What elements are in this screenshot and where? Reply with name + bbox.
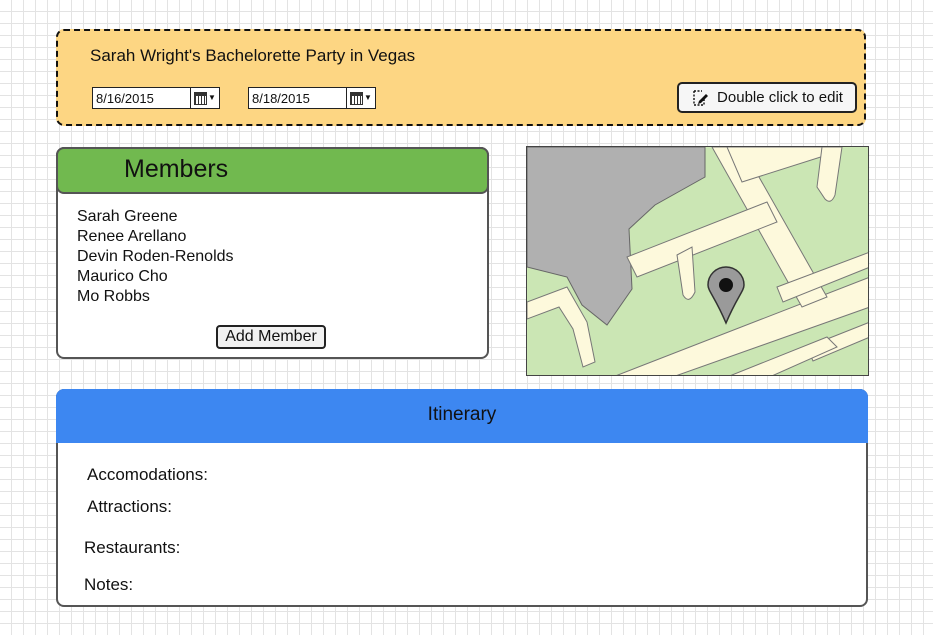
trip-title: Sarah Wright's Bachelorette Party in Veg…: [90, 46, 416, 65]
itinerary-panel: Itinerary Accomodations: Attractions: Re…: [56, 389, 868, 607]
double-click-to-edit-button[interactable]: Double click to edit: [677, 82, 857, 113]
restaurants-label: Restaurants:: [84, 538, 181, 557]
members-panel: Members Sarah Greene Renee Arellano Devi…: [56, 147, 489, 359]
member-item: Maurico Cho: [77, 268, 168, 285]
member-item: Sarah Greene: [77, 208, 178, 225]
itinerary-title: Itinerary: [427, 404, 497, 425]
member-item: Renee Arellano: [77, 228, 187, 245]
members-title: Members: [124, 155, 229, 183]
dropdown-arrow-icon: ▼: [364, 93, 372, 102]
map-graphic: [527, 147, 868, 375]
members-list: Sarah Greene Renee Arellano Devin Roden-…: [77, 207, 234, 307]
end-date-value[interactable]: 8/18/2015: [249, 91, 346, 106]
accomodations-label: Accomodations:: [87, 465, 208, 484]
edit-button-label: Double click to edit: [717, 89, 843, 106]
members-header: Members: [56, 147, 489, 194]
start-date-picker[interactable]: 8/16/2015 ▼: [92, 87, 220, 109]
calendar-icon: [350, 91, 364, 105]
notes-label: Notes:: [84, 575, 134, 594]
map-view[interactable]: [526, 146, 869, 376]
trip-header-panel: Sarah Wright's Bachelorette Party in Veg…: [56, 29, 866, 126]
member-item: Mo Robbs: [77, 288, 150, 305]
dropdown-arrow-icon: ▼: [208, 93, 216, 102]
start-date-dropdown[interactable]: ▼: [190, 88, 219, 108]
member-item: Devin Roden-Renolds: [77, 248, 234, 265]
edit-icon: [693, 89, 709, 106]
add-member-button[interactable]: Add Member: [216, 325, 326, 349]
attractions-label: Attractions:: [87, 497, 173, 516]
itinerary-header: Itinerary: [56, 389, 868, 443]
calendar-icon: [194, 91, 208, 105]
end-date-dropdown[interactable]: ▼: [346, 88, 375, 108]
start-date-value[interactable]: 8/16/2015: [93, 91, 190, 106]
end-date-picker[interactable]: 8/18/2015 ▼: [248, 87, 376, 109]
